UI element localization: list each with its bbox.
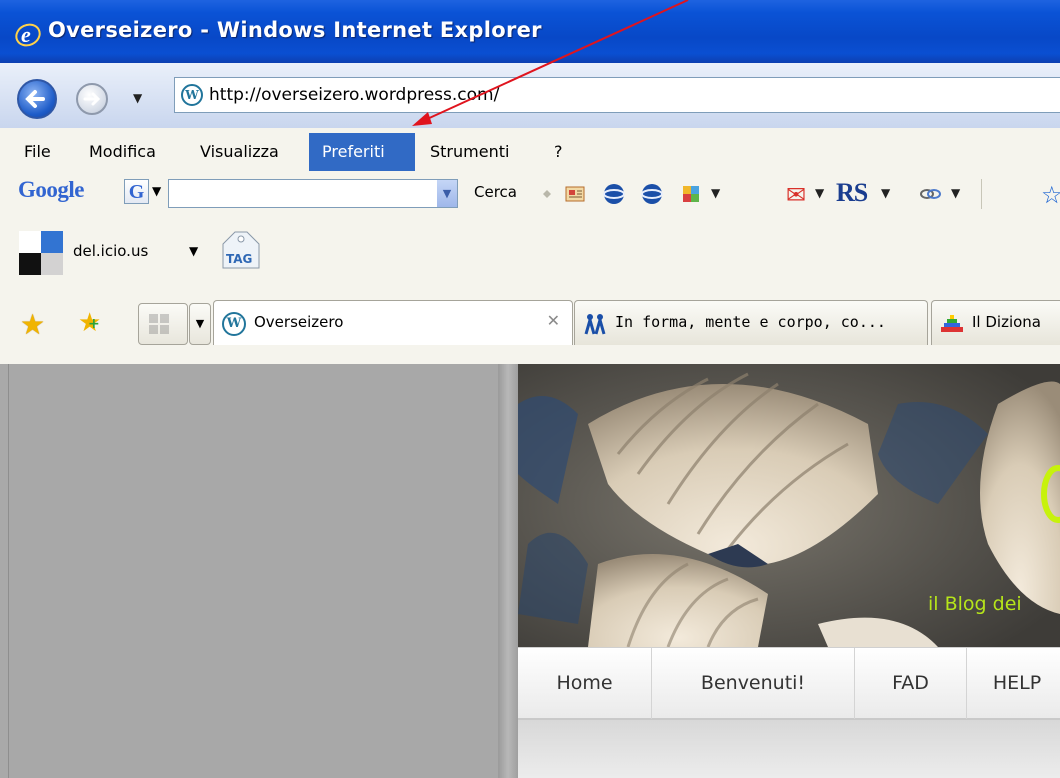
browser-window: e Overseizero - Windows Internet Explore… <box>0 0 1060 778</box>
blog-nav-menu: Home Benvenuti! FAD HELP <box>518 647 1060 720</box>
google-toolbar: Google G ▼ ▼ Cerca ▼ ✉ ▼ RS ▼ ▼ ☆ <box>0 173 1060 213</box>
rs-dropdown[interactable]: ▼ <box>881 186 890 200</box>
gmail-icon[interactable]: ✉ <box>786 181 806 209</box>
menu-preferiti[interactable]: Preferiti <box>309 133 415 171</box>
tag-label: TAG <box>226 252 253 266</box>
toolbar-separator <box>981 179 982 209</box>
cerca-button[interactable]: Cerca <box>474 183 517 201</box>
link-dropdown[interactable]: ▼ <box>951 186 960 200</box>
delicious-dropdown[interactable]: ▼ <box>189 244 198 258</box>
tab-list-dropdown[interactable]: ▼ <box>189 303 211 345</box>
blog-header-image: il Blog dei <box>518 364 1060 647</box>
nav-help[interactable]: HELP <box>967 648 1060 719</box>
nav-home[interactable]: Home <box>518 648 652 719</box>
tab-title: In forma, mente e corpo, co... <box>615 313 886 331</box>
tab-title: Il Diziona <box>972 313 1041 331</box>
menu-bar: File Modifica Visualizza Preferiti Strum… <box>0 133 1060 171</box>
google-menu-button[interactable]: G <box>124 179 149 204</box>
menu-visualizza[interactable]: Visualizza <box>194 133 285 171</box>
window-title: Overseizero - Windows Internet Explorer <box>48 18 542 42</box>
wordpress-favicon-icon: W <box>222 312 246 336</box>
globe-icon-2[interactable] <box>640 182 664 206</box>
google-logo: Google <box>18 177 85 203</box>
delicious-logo-icon[interactable] <box>19 231 64 276</box>
tab-in-forma[interactable]: In forma, mente e corpo, co... <box>574 300 928 345</box>
globe-icon[interactable] <box>602 182 626 206</box>
tab-title: Overseizero <box>254 313 344 331</box>
address-toolbar: ▼ W http://overseizero.wordpress.com/ <box>0 63 1060 128</box>
rs-icon[interactable]: RS <box>836 178 868 208</box>
google-menu-caret[interactable]: ▼ <box>152 184 161 198</box>
forward-arrow-icon <box>83 92 101 106</box>
page-margin-divider <box>498 364 518 778</box>
toolbar-handle-icon <box>543 190 551 198</box>
menu-modifica[interactable]: Modifica <box>83 133 162 171</box>
url-text[interactable]: http://overseizero.wordpress.com/ <box>209 85 499 105</box>
add-plus-icon: + <box>88 316 100 332</box>
bookmark-star-icon[interactable]: ☆ <box>1041 181 1060 209</box>
menu-strumenti[interactable]: Strumenti <box>424 133 515 171</box>
blog-tagline: il Blog dei <box>928 593 1022 615</box>
search-history-dropdown[interactable]: ▼ <box>437 180 457 207</box>
address-field[interactable]: W http://overseizero.wordpress.com/ <box>174 77 1060 113</box>
puzzle-dropdown[interactable]: ▼ <box>711 186 720 200</box>
nav-benvenuti[interactable]: Benvenuti! <box>652 648 855 719</box>
internet-explorer-icon: e <box>15 22 41 47</box>
delicious-label[interactable]: del.icio.us <box>73 242 148 260</box>
pyramid-icon <box>941 315 963 332</box>
content-area-top <box>518 720 1060 778</box>
google-logo-text: Google <box>18 177 85 202</box>
puzzle-icon[interactable] <box>679 182 703 206</box>
tab-bar: ★ ★ + ▼ W Overseizero ✕ In forma, mente … <box>0 286 1060 364</box>
back-button[interactable] <box>17 79 57 119</box>
delicious-toolbar: del.icio.us ▼ TAG <box>0 220 1060 276</box>
tab-overseizero[interactable]: W Overseizero ✕ <box>213 300 573 345</box>
forward-button[interactable] <box>76 83 108 115</box>
left-gray-panel <box>8 364 498 778</box>
menu-file[interactable]: File <box>18 133 57 171</box>
back-arrow-icon <box>25 90 45 108</box>
close-tab-icon[interactable]: ✕ <box>547 311 560 330</box>
title-bar: e Overseizero - Windows Internet Explore… <box>0 0 1060 63</box>
google-search-input[interactable]: ▼ <box>168 179 458 208</box>
rs-label: RS <box>836 178 868 207</box>
quick-tabs-grid-icon <box>149 314 169 334</box>
people-icon <box>584 314 606 335</box>
svg-text:e: e <box>21 22 31 47</box>
news-icon[interactable] <box>563 182 587 206</box>
wordpress-favicon-icon: W <box>181 84 203 106</box>
page-viewport: il Blog dei Home Benvenuti! FAD HELP <box>0 364 1060 778</box>
menu-help[interactable]: ? <box>548 133 569 171</box>
favorites-center-icon[interactable]: ★ <box>20 308 45 341</box>
tab-dizionario[interactable]: Il Diziona <box>931 300 1060 345</box>
recent-pages-dropdown[interactable]: ▼ <box>133 91 142 105</box>
nav-fad[interactable]: FAD <box>855 648 967 719</box>
link-icon[interactable] <box>918 182 942 206</box>
toolbar-area: File Modifica Visualizza Preferiti Strum… <box>0 128 1060 364</box>
quick-tabs-button[interactable] <box>138 303 188 345</box>
gmail-dropdown[interactable]: ▼ <box>815 186 824 200</box>
